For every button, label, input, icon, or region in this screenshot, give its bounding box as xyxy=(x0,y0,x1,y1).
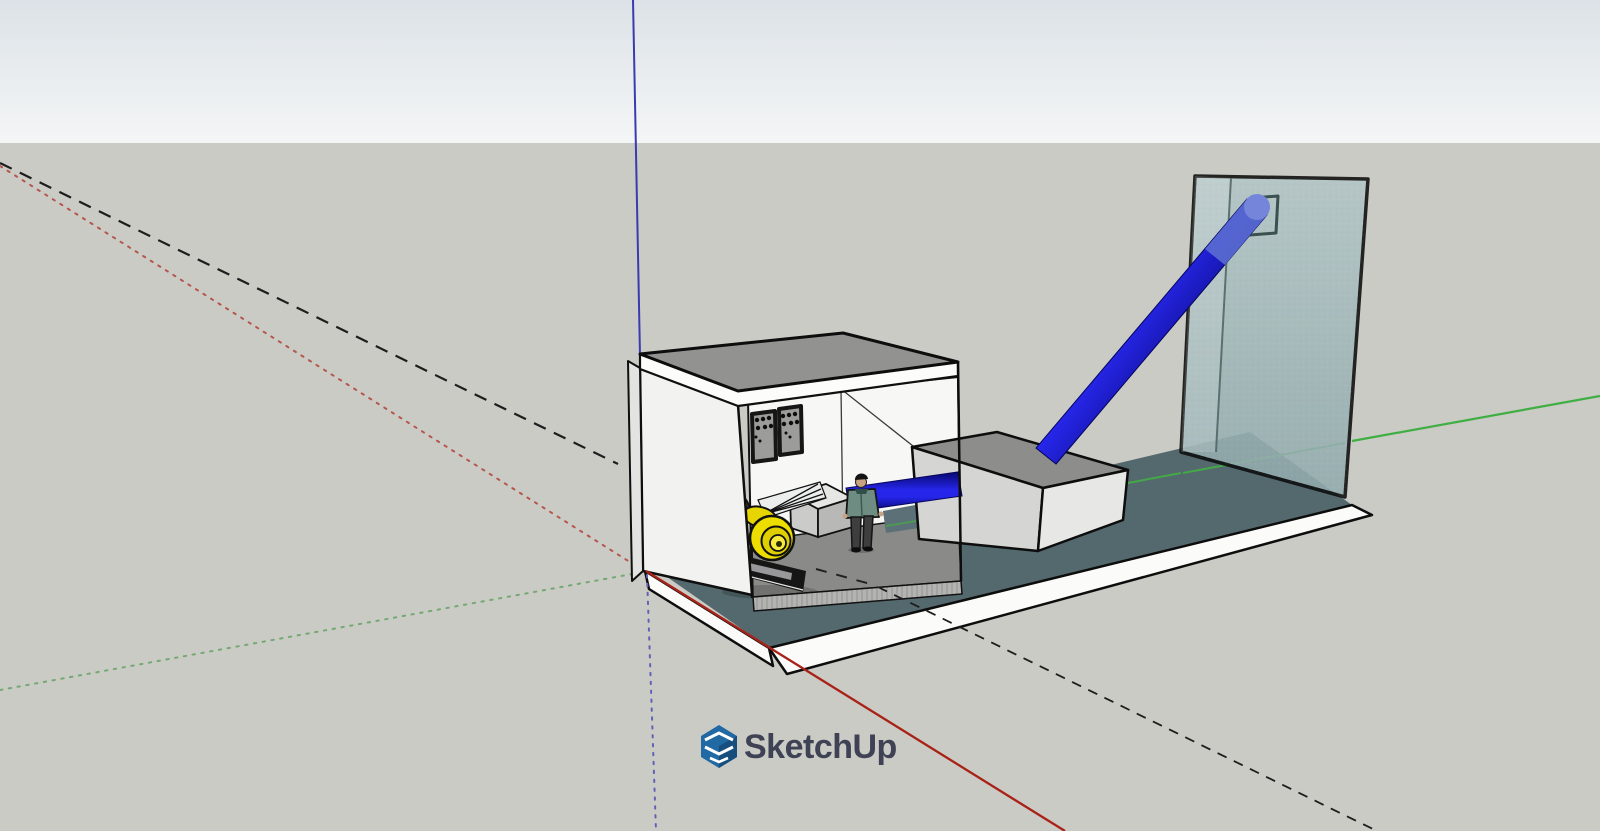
worker-collar xyxy=(855,489,868,494)
worker-shoe-left xyxy=(851,548,861,553)
control-panels[interactable] xyxy=(752,406,802,462)
sky xyxy=(0,0,1600,143)
worker-zipper xyxy=(861,494,862,517)
modeling-canvas[interactable]: SketchUp xyxy=(0,0,1600,831)
worker-hand-right xyxy=(879,512,884,517)
worker-leg-right xyxy=(863,516,873,548)
sketchup-viewport[interactable]: SketchUp xyxy=(0,0,1600,831)
worker-hand-left xyxy=(843,514,848,519)
worker-leg-left xyxy=(851,517,861,548)
pipe-riser-tip xyxy=(1244,194,1270,220)
intake-wall-texture xyxy=(1181,176,1368,497)
intake-wall[interactable] xyxy=(1181,176,1368,497)
worker-shoe-right xyxy=(863,547,873,552)
watermark-label: SketchUp xyxy=(744,728,897,766)
pump-volute-hub xyxy=(776,541,782,547)
control-panel-right[interactable] xyxy=(779,406,802,455)
